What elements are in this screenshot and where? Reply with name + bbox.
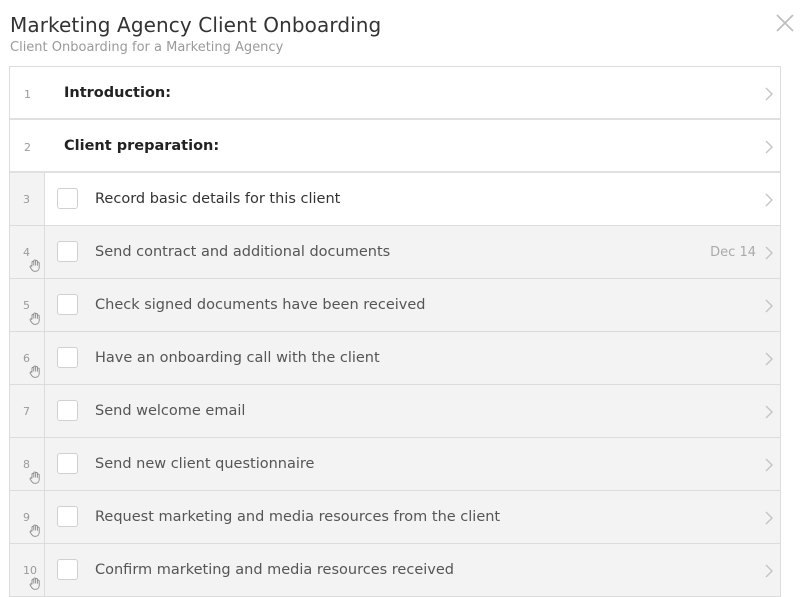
drag-hand-icon[interactable] bbox=[29, 312, 41, 325]
chevron-right-icon[interactable] bbox=[764, 351, 774, 366]
chevron-right-icon[interactable] bbox=[764, 457, 774, 472]
row-number: 1 bbox=[24, 88, 31, 101]
task-row[interactable]: 3 Record basic details for this client bbox=[10, 173, 780, 226]
page-title: Marketing Agency Client Onboarding bbox=[10, 13, 382, 37]
section-heading-label: Introduction: bbox=[64, 85, 172, 101]
task-checkbox[interactable] bbox=[57, 294, 78, 315]
row-number-cell: 8 bbox=[10, 438, 45, 490]
task-checkbox[interactable] bbox=[57, 347, 78, 368]
section-heading-label: Client preparation: bbox=[64, 138, 220, 154]
chevron-right-icon[interactable] bbox=[764, 245, 774, 260]
task-label: Check signed documents have been receive… bbox=[95, 297, 426, 313]
task-row[interactable]: 9 Request marketing and media resources f… bbox=[10, 491, 780, 544]
row-number-cell: 9 bbox=[10, 491, 45, 543]
drag-hand-icon[interactable] bbox=[29, 577, 41, 590]
row-number-cell: 6 bbox=[10, 332, 45, 384]
page-subtitle: Client Onboarding for a Marketing Agency bbox=[10, 40, 284, 55]
task-checkbox[interactable] bbox=[57, 188, 78, 209]
task-checkbox[interactable] bbox=[57, 506, 78, 527]
task-label: Send new client questionnaire bbox=[95, 456, 315, 472]
row-number: 4 bbox=[23, 246, 30, 259]
drag-hand-icon[interactable] bbox=[29, 471, 41, 484]
task-row[interactable]: 5 Check signed documents have been receiv… bbox=[10, 279, 780, 332]
row-number: 8 bbox=[23, 458, 30, 471]
row-number: 2 bbox=[24, 141, 31, 154]
task-label: Send contract and additional documents bbox=[95, 244, 391, 260]
task-checkbox[interactable] bbox=[57, 453, 78, 474]
close-icon[interactable] bbox=[774, 12, 796, 34]
row-number: 9 bbox=[23, 511, 30, 524]
row-number: 5 bbox=[23, 299, 30, 312]
task-row[interactable]: 10 Confirm marketing and media resources … bbox=[10, 544, 780, 597]
task-list: 1 Introduction: 2 Client preparation: 3 Recor… bbox=[9, 66, 781, 597]
task-checkbox[interactable] bbox=[57, 241, 78, 262]
row-number-cell: 4 bbox=[10, 226, 45, 278]
row-number-cell: 1 bbox=[10, 67, 44, 118]
task-label: Send welcome email bbox=[95, 403, 246, 419]
due-date: Dec 14 bbox=[710, 245, 756, 260]
row-number: 6 bbox=[23, 352, 30, 365]
chevron-right-icon[interactable] bbox=[764, 298, 774, 313]
chevron-right-icon[interactable] bbox=[764, 404, 774, 419]
row-number-cell: 5 bbox=[10, 279, 45, 331]
chevron-right-icon[interactable] bbox=[764, 86, 774, 101]
row-number-cell: 7 bbox=[10, 385, 45, 437]
row-number-cell: 3 bbox=[10, 173, 45, 225]
task-row[interactable]: 4 Send contract and additional documents D… bbox=[10, 226, 780, 279]
task-label: Confirm marketing and media resources re… bbox=[95, 562, 454, 578]
row-number-cell: 2 bbox=[10, 120, 44, 171]
task-row[interactable]: 8 Send new client questionnaire bbox=[10, 438, 780, 491]
task-checkbox[interactable] bbox=[57, 400, 78, 421]
task-row[interactable]: 7 Send welcome email bbox=[10, 385, 780, 438]
task-checkbox[interactable] bbox=[57, 559, 78, 580]
header: Marketing Agency Client Onboarding Clien… bbox=[10, 12, 768, 57]
row-number: 7 bbox=[23, 405, 30, 418]
section-heading-row[interactable]: 2 Client preparation: bbox=[10, 120, 780, 173]
section-heading-row[interactable]: 1 Introduction: bbox=[10, 67, 780, 120]
row-number-cell: 10 bbox=[10, 544, 45, 596]
task-label: Have an onboarding call with the client bbox=[95, 350, 380, 366]
task-label: Record basic details for this client bbox=[95, 191, 341, 207]
chevron-right-icon[interactable] bbox=[764, 139, 774, 154]
chevron-right-icon[interactable] bbox=[764, 192, 774, 207]
task-row[interactable]: 6 Have an onboarding call with the client bbox=[10, 332, 780, 385]
drag-hand-icon[interactable] bbox=[29, 524, 41, 537]
chevron-right-icon[interactable] bbox=[764, 510, 774, 525]
drag-hand-icon[interactable] bbox=[29, 259, 41, 272]
row-number: 3 bbox=[23, 193, 30, 206]
drag-hand-icon[interactable] bbox=[29, 365, 41, 378]
chevron-right-icon[interactable] bbox=[764, 563, 774, 578]
row-number: 10 bbox=[23, 564, 37, 577]
task-label: Request marketing and media resources fr… bbox=[95, 509, 501, 525]
